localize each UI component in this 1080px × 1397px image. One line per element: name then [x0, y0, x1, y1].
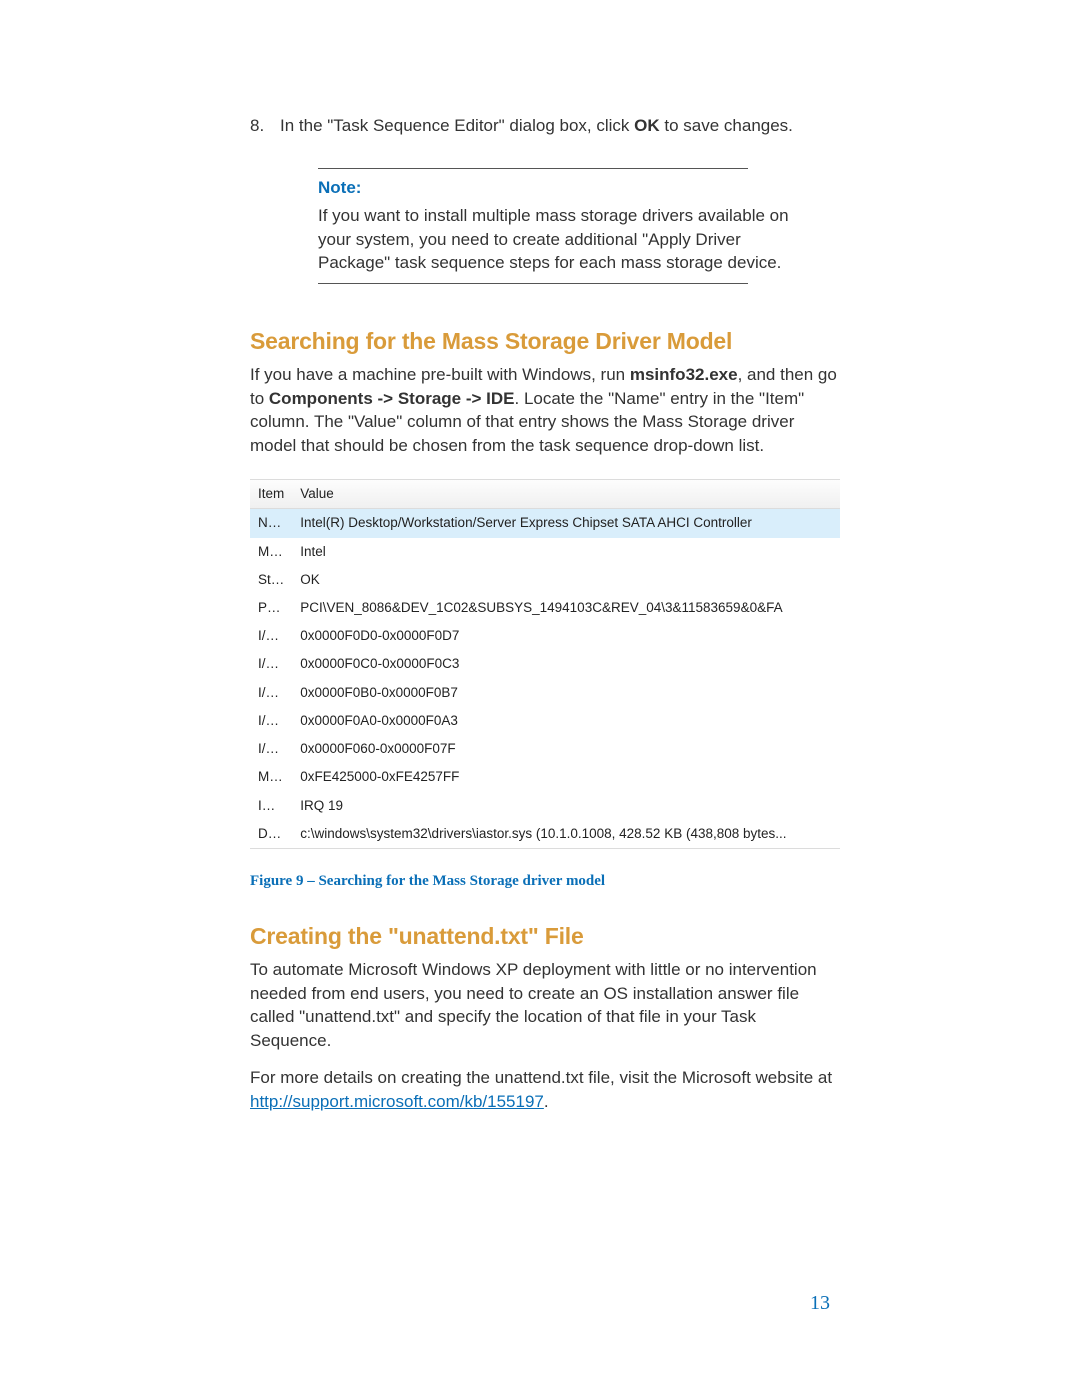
- cell-value: c:\windows\system32\drivers\iastor.sys (…: [292, 820, 840, 848]
- section-heading-mass-storage: Searching for the Mass Storage Driver Mo…: [250, 326, 840, 357]
- cell-value: OK: [292, 566, 840, 594]
- table-row: I/O Port0x0000F060-0x0000F07F: [250, 735, 840, 763]
- ordered-step-8: 8. In the "Task Sequence Editor" dialog …: [250, 115, 840, 138]
- p2-post: .: [544, 1092, 549, 1111]
- section1-paragraph: If you have a machine pre-built with Win…: [250, 363, 840, 457]
- cell-item: I/O Port: [250, 650, 292, 678]
- table-row: PNP Device IDPCI\VEN_8086&DEV_1C02&SUBSY…: [250, 594, 840, 622]
- table-row: I/O Port0x0000F0C0-0x0000F0C3: [250, 650, 840, 678]
- cell-item: IRQ Channel: [250, 792, 292, 820]
- figure-caption: Figure 9 – Searching for the Mass Storag…: [250, 871, 840, 891]
- cell-item: Status: [250, 566, 292, 594]
- cell-value: 0x0000F0D0-0x0000F0D7: [292, 622, 840, 650]
- divider: [318, 168, 748, 169]
- cell-item: I/O Port: [250, 707, 292, 735]
- cell-value: 0xFE425000-0xFE4257FF: [292, 763, 840, 791]
- divider: [318, 283, 748, 284]
- table-row: Driverc:\windows\system32\drivers\iastor…: [250, 820, 840, 848]
- step-number: 8.: [250, 115, 280, 138]
- step-text-bold: OK: [634, 116, 660, 135]
- section-heading-unattend: Creating the "unattend.txt" File: [250, 921, 840, 952]
- p1-pre: If you have a machine pre-built with Win…: [250, 365, 630, 384]
- note-callout: Note: If you want to install multiple ma…: [318, 156, 820, 296]
- msinfo-table: Item Value NameIntel(R) Desktop/Workstat…: [250, 480, 840, 848]
- note-label: Note:: [318, 177, 820, 200]
- cell-item: Name: [250, 509, 292, 538]
- table-row: ManufacturerIntel: [250, 538, 840, 566]
- section2-p2: For more details on creating the unatten…: [250, 1066, 840, 1113]
- table-row: Memory Address0xFE425000-0xFE4257FF: [250, 763, 840, 791]
- p2-pre: For more details on creating the unatten…: [250, 1068, 832, 1087]
- table-row: NameIntel(R) Desktop/Workstation/Server …: [250, 509, 840, 538]
- cell-item: I/O Port: [250, 735, 292, 763]
- p1-bold1: msinfo32.exe: [630, 365, 738, 384]
- cell-item: PNP Device ID: [250, 594, 292, 622]
- cell-value: 0x0000F0A0-0x0000F0A3: [292, 707, 840, 735]
- cell-value: IRQ 19: [292, 792, 840, 820]
- page-number: 13: [810, 1290, 830, 1317]
- table-row: I/O Port0x0000F0A0-0x0000F0A3: [250, 707, 840, 735]
- table-row: IRQ ChannelIRQ 19: [250, 792, 840, 820]
- cell-item: I/O Port: [250, 622, 292, 650]
- step-text-pre: In the "Task Sequence Editor" dialog box…: [280, 116, 634, 135]
- cell-item: Memory Address: [250, 763, 292, 791]
- step-text-post: to save changes.: [660, 116, 793, 135]
- section2-p1: To automate Microsoft Windows XP deploym…: [250, 958, 840, 1052]
- document-page: 8. In the "Task Sequence Editor" dialog …: [0, 0, 1080, 1113]
- p1-bold2: Components -> Storage -> IDE: [269, 389, 515, 408]
- cell-value: 0x0000F060-0x0000F07F: [292, 735, 840, 763]
- cell-item: Driver: [250, 820, 292, 848]
- cell-item: I/O Port: [250, 679, 292, 707]
- col-item: Item: [250, 480, 292, 509]
- cell-value: Intel(R) Desktop/Workstation/Server Expr…: [292, 509, 840, 538]
- note-body: If you want to install multiple mass sto…: [318, 204, 820, 275]
- cell-value: PCI\VEN_8086&DEV_1C02&SUBSYS_1494103C&RE…: [292, 594, 840, 622]
- table-row: I/O Port0x0000F0B0-0x0000F0B7: [250, 679, 840, 707]
- cell-value: Intel: [292, 538, 840, 566]
- col-value: Value: [292, 480, 840, 509]
- table-row: StatusOK: [250, 566, 840, 594]
- table-header-row: Item Value: [250, 480, 840, 509]
- cell-item: Manufacturer: [250, 538, 292, 566]
- step-text: In the "Task Sequence Editor" dialog box…: [280, 115, 793, 138]
- kb-link[interactable]: http://support.microsoft.com/kb/155197: [250, 1092, 544, 1111]
- cell-value: 0x0000F0C0-0x0000F0C3: [292, 650, 840, 678]
- cell-value: 0x0000F0B0-0x0000F0B7: [292, 679, 840, 707]
- table-row: I/O Port0x0000F0D0-0x0000F0D7: [250, 622, 840, 650]
- msinfo-table-wrap: Item Value NameIntel(R) Desktop/Workstat…: [250, 479, 840, 849]
